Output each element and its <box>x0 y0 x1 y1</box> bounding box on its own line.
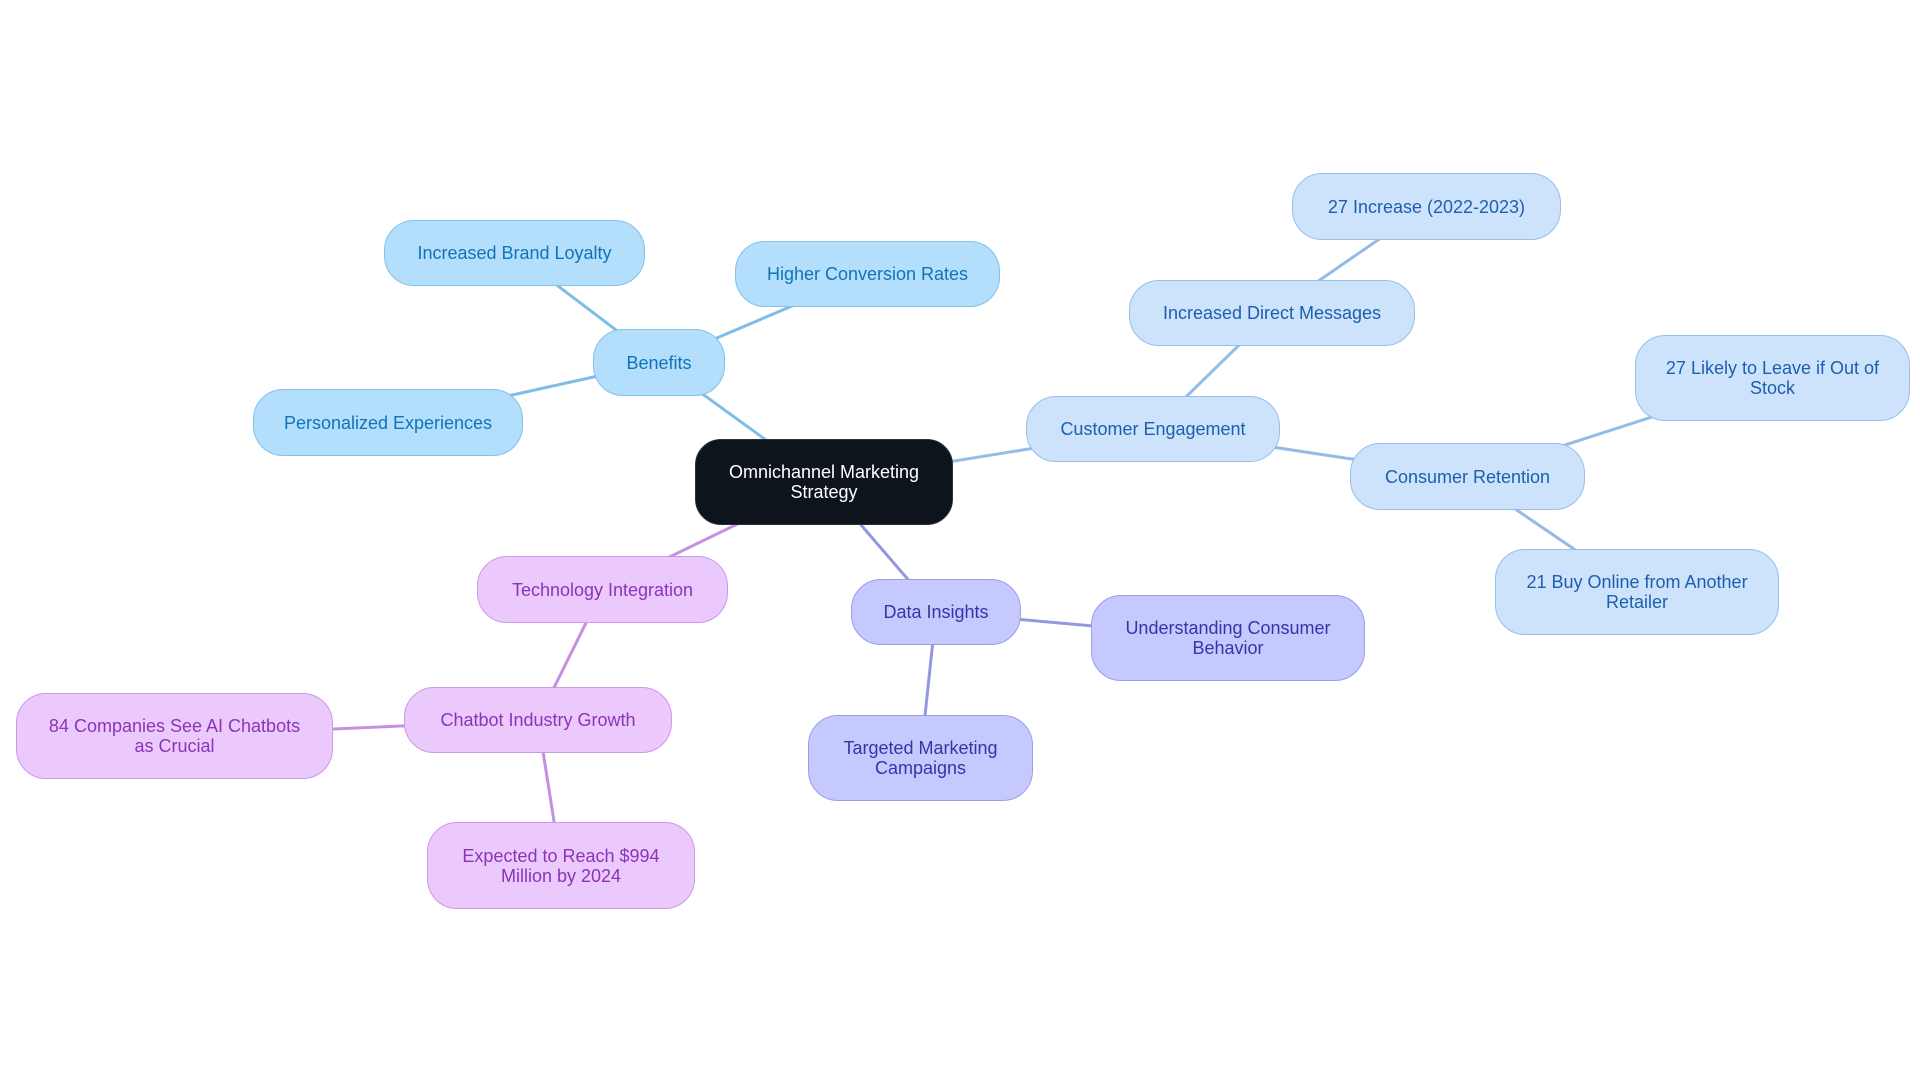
node-label: 27 Likely to Leave if Out of Stock <box>1665 358 1880 398</box>
node-personalized[interactable]: Personalized Experiences <box>253 389 523 456</box>
node-label: Data Insights <box>883 602 989 622</box>
node-label: Increased Direct Messages <box>1162 303 1382 323</box>
node-data-insights[interactable]: Data Insights <box>851 579 1021 645</box>
node-label: Higher Conversion Rates <box>766 264 969 284</box>
node-benefits[interactable]: Benefits <box>593 329 725 396</box>
node-label: Targeted Marketing Campaigns <box>843 738 998 778</box>
node-label: 27 Increase (2022-2023) <box>1327 196 1526 217</box>
node-brand-loyalty[interactable]: Increased Brand Loyalty <box>384 220 645 286</box>
node-conversion-rates[interactable]: Higher Conversion Rates <box>735 241 1000 307</box>
node-label: Understanding Consumer Behavior <box>1125 618 1331 658</box>
node-retention[interactable]: Consumer Retention <box>1350 443 1585 510</box>
node-engagement[interactable]: Customer Engagement <box>1026 396 1280 462</box>
node-tech-integration[interactable]: Technology Integration <box>477 556 728 623</box>
node-reach-994[interactable]: Expected to Reach $994 Million by 2024 <box>427 822 695 909</box>
node-label: Consumer Retention <box>1384 466 1551 487</box>
node-chatbot-growth[interactable]: Chatbot Industry Growth <box>404 687 672 753</box>
node-label: Benefits <box>626 352 692 373</box>
node-companies-84[interactable]: 84 Companies See AI Chatbots as Crucial <box>16 693 333 779</box>
node-increase-27[interactable]: 27 Increase (2022-2023) <box>1292 173 1561 240</box>
node-label: Omnichannel Marketing Strategy <box>728 462 920 502</box>
node-buy-online[interactable]: 21 Buy Online from Another Retailer <box>1495 549 1779 635</box>
node-label: 84 Companies See AI Chatbots as Crucial <box>48 716 301 756</box>
node-likely-leave[interactable]: 27 Likely to Leave if Out of Stock <box>1635 335 1910 421</box>
node-direct-messages[interactable]: Increased Direct Messages <box>1129 280 1415 346</box>
mindmap-edges <box>174 205 1773 866</box>
node-targeted-campaigns[interactable]: Targeted Marketing Campaigns <box>808 715 1033 801</box>
node-label: Increased Brand Loyalty <box>417 243 612 263</box>
node-consumer-behavior[interactable]: Understanding Consumer Behavior <box>1091 595 1365 681</box>
node-label: Technology Integration <box>511 579 694 600</box>
node-label: 21 Buy Online from Another Retailer <box>1526 572 1748 612</box>
node-label: Customer Engagement <box>1060 419 1246 439</box>
node-label: Expected to Reach $994 Million by 2024 <box>462 845 660 886</box>
node-label: Personalized Experiences <box>283 412 493 433</box>
node-root[interactable]: Omnichannel Marketing Strategy <box>695 439 953 525</box>
node-label: Chatbot Industry Growth <box>440 710 636 730</box>
